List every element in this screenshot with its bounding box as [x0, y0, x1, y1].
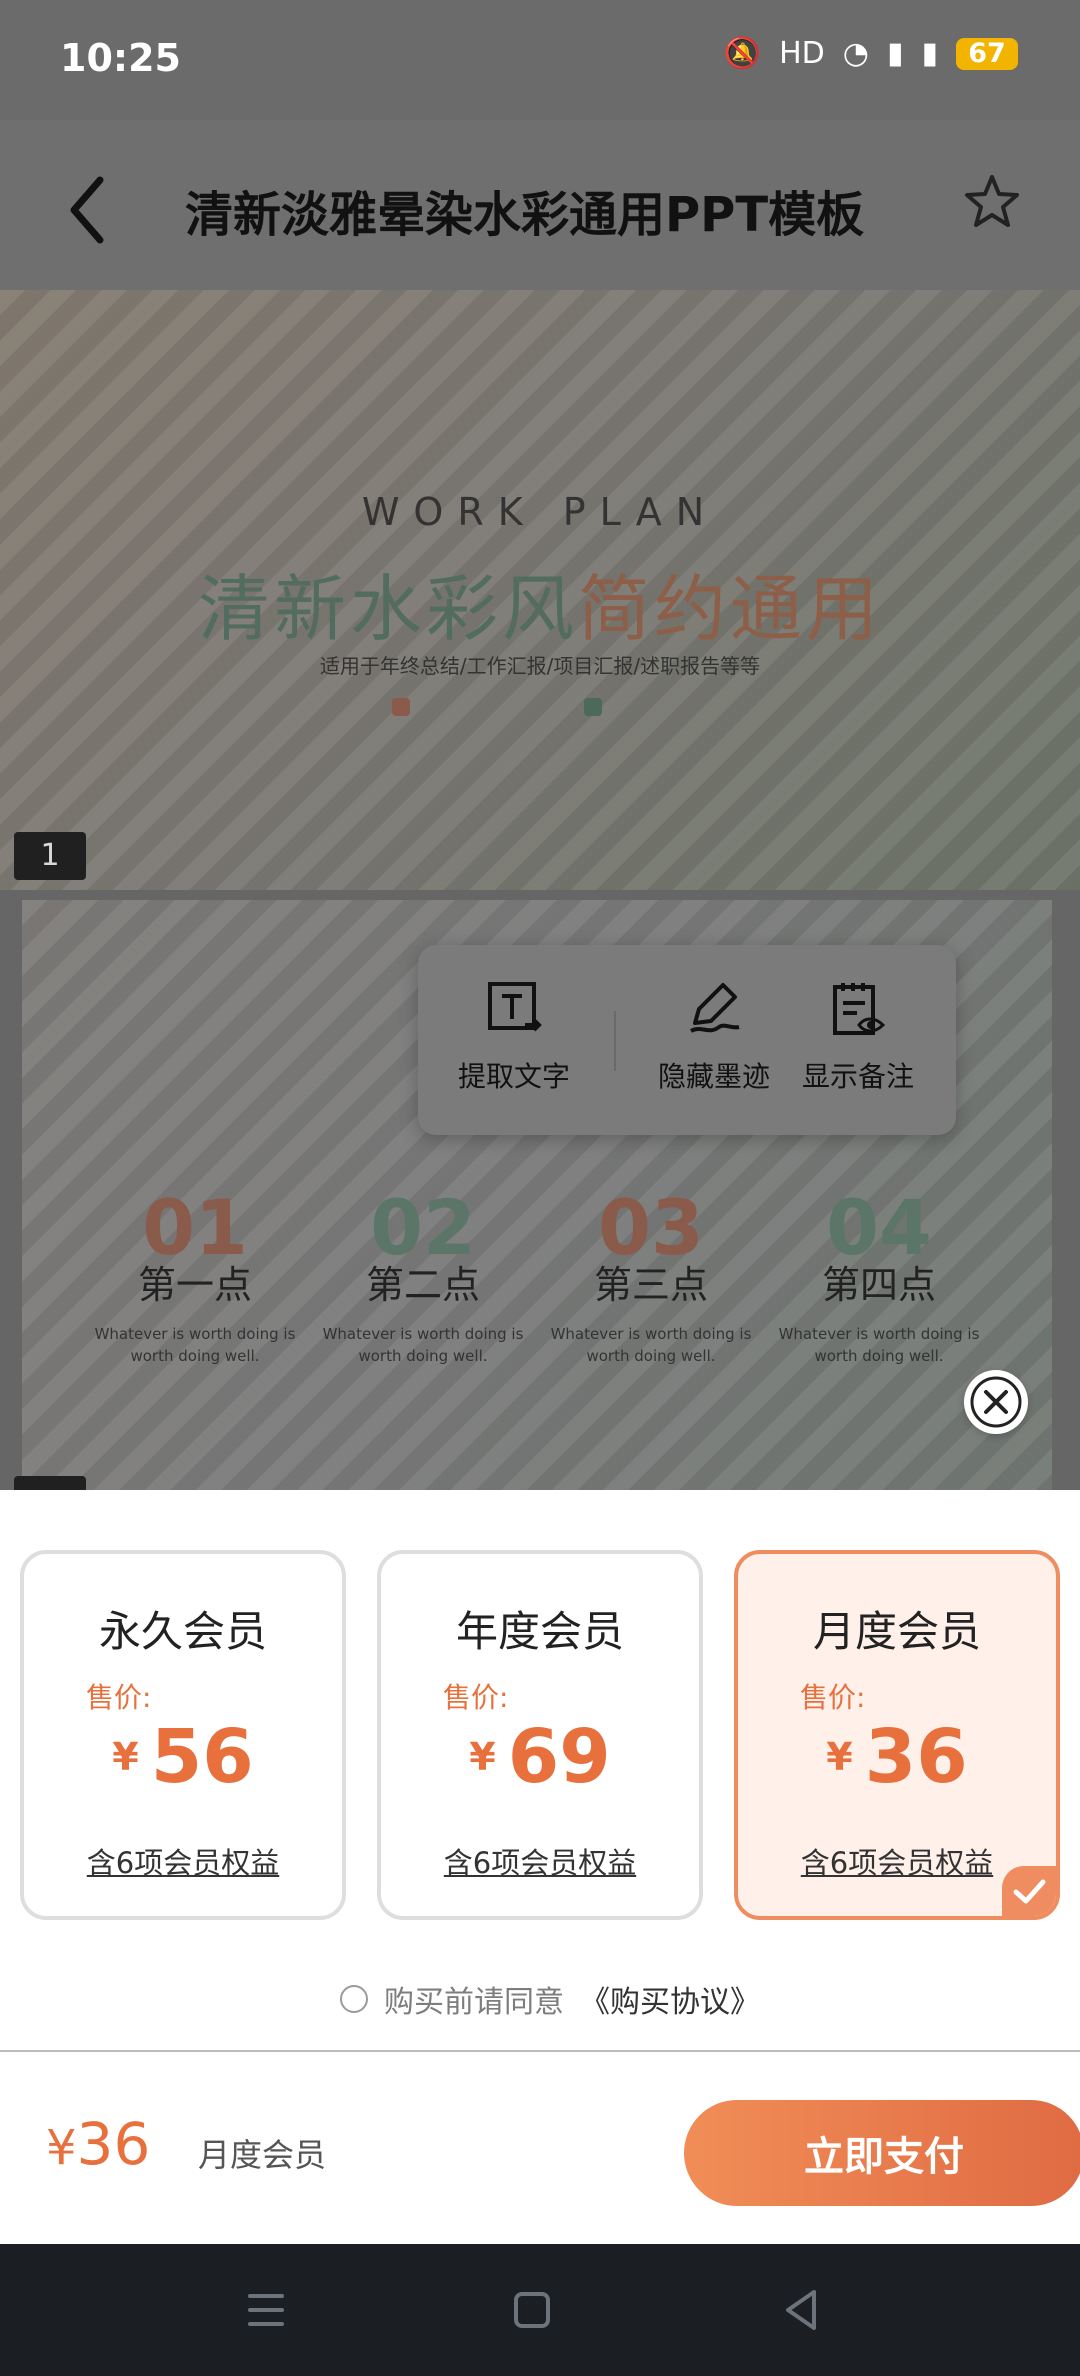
hd-icon: HD [779, 36, 825, 71]
pay-bar: ¥36 月度会员 立即支付 [0, 2052, 1080, 2244]
point-1: 01 第一点 Whatever is worth doing is worth … [90, 1190, 300, 1367]
slide-heading-accent: 简约通用 [578, 567, 883, 651]
price-amount: 36 [864, 1714, 968, 1800]
plan-price: ¥36 [738, 1714, 1056, 1800]
agreement-link[interactable]: 《购买协议》 [580, 1977, 760, 2021]
plan-price-label: 售价: [443, 1681, 509, 1714]
home-button[interactable] [500, 2282, 564, 2338]
point-description: Whatever is worth doing is worth doing w… [778, 1325, 980, 1365]
point-description: Whatever is worth doing is worth doing w… [550, 1325, 752, 1365]
point-3: 03 第三点 Whatever is worth doing is worth … [546, 1190, 756, 1367]
currency-symbol: ¥ [469, 1735, 496, 1779]
slide-subtitle: 适用于年终总结/工作汇报/项目汇报/述职报告等等 [319, 654, 761, 678]
wifi-icon: ◔ [842, 36, 869, 71]
plan-title: 永久会员 [98, 1607, 267, 1656]
tool-label-show-notes: 显示备注 [801, 1060, 914, 1093]
star-icon[interactable] [962, 172, 1022, 232]
total-amount: 36 [76, 2110, 151, 2178]
slide-heading: 清新水彩风简约通用 [0, 550, 1080, 655]
selected-check-badge [1002, 1866, 1056, 1916]
slide-number: 1 [14, 832, 86, 880]
plan-card-monthly[interactable]: 月度会员 售价: ¥36 含6项会员权益 [734, 1550, 1060, 1920]
back-button[interactable] [56, 170, 120, 250]
point-description: Whatever is worth doing is worth doing w… [94, 1325, 296, 1365]
agreement-checkbox[interactable] [340, 1985, 368, 2013]
page-title: 清新淡雅晕染水彩通用PPT模板 [185, 187, 865, 243]
menu-icon [248, 2294, 284, 2326]
extract-text-button[interactable]: 提取文字 [444, 979, 584, 1095]
plan-price-label: 售价: [86, 1681, 152, 1714]
tool-label-extract-text: 提取文字 [457, 1060, 570, 1093]
pay-now-button[interactable]: 立即支付 [684, 2100, 1080, 2206]
close-icon [970, 1376, 1022, 1428]
signal-5g-icon: ▮ [886, 36, 904, 71]
tool-panel: 提取文字 隐藏墨迹 显示备注 [418, 945, 956, 1135]
tool-label-hide-ink: 隐藏墨迹 [657, 1060, 770, 1093]
home-icon [514, 2292, 550, 2328]
total-currency: ¥ [46, 2120, 77, 2176]
pen-ink-icon [689, 983, 740, 1033]
header: 清新淡雅晕染水彩通用PPT模板 [0, 120, 1080, 290]
point-description: Whatever is worth doing is worth doing w… [322, 1325, 524, 1365]
currency-symbol: ¥ [112, 1735, 139, 1779]
plan-card-permanent[interactable]: 永久会员 售价: ¥56 含6项会员权益 [20, 1550, 346, 1920]
plan-price-label: 售价: [800, 1681, 866, 1714]
battery-icon: 67 [956, 37, 1018, 70]
slide-2-points: 01 第一点 Whatever is worth doing is worth … [90, 1190, 990, 1430]
bell-off-icon: 🔕 [723, 36, 762, 71]
slide-dot-red [392, 698, 410, 716]
plan-price: ¥56 [24, 1714, 342, 1800]
plan-cards: 永久会员 售价: ¥56 含6项会员权益 年度会员 售价: ¥69 含6项会员权… [20, 1550, 1060, 1920]
plan-card-annual[interactable]: 年度会员 售价: ¥69 含6项会员权益 [377, 1550, 703, 1920]
plan-title: 月度会员 [812, 1607, 981, 1656]
selected-plan-name: 月度会员 [198, 2136, 327, 2174]
status-icons: 🔕 HD ◔ ▮ ▮ 67 [724, 36, 1018, 71]
back-triangle-icon [786, 2290, 816, 2330]
price-amount: 56 [150, 1714, 254, 1800]
agreement-prefix: 购买前请同意 [384, 1985, 564, 2020]
tool-divider [614, 1011, 616, 1071]
menu-button[interactable] [234, 2282, 298, 2338]
currency-symbol: ¥ [826, 1735, 853, 1779]
point-2: 02 第二点 Whatever is worth doing is worth … [318, 1190, 528, 1367]
membership-bottom-sheet: 永久会员 售价: ¥56 含6项会员权益 年度会员 售价: ¥69 含6项会员权… [0, 1490, 1080, 2244]
total-price: ¥36 [46, 2110, 150, 2178]
point-4: 04 第四点 Whatever is worth doing is worth … [774, 1190, 984, 1367]
price-amount: 69 [507, 1714, 611, 1800]
check-icon [1013, 1879, 1046, 1904]
slide-dot-green [584, 698, 602, 716]
text-extract-icon [488, 982, 542, 1032]
system-navigation-bar [0, 2244, 1080, 2376]
point-title: 第二点 [365, 1263, 480, 1307]
show-notes-button[interactable]: 显示备注 [788, 979, 928, 1095]
notes-eye-icon [833, 983, 886, 1035]
hide-ink-button[interactable]: 隐藏墨迹 [644, 979, 784, 1095]
close-button[interactable] [964, 1370, 1028, 1434]
purchase-agreement: 购买前请同意 《购买协议》 [340, 1977, 760, 2021]
plan-benefit-link[interactable]: 含6项会员权益 [24, 1840, 342, 1882]
point-title: 第三点 [593, 1263, 708, 1307]
slide-1[interactable]: WORK PLAN 清新水彩风简约通用 适用于年终总结/工作汇报/项目汇报/述职… [0, 290, 1080, 890]
plan-benefit-link[interactable]: 含6项会员权益 [381, 1840, 699, 1882]
plan-title: 年度会员 [455, 1607, 624, 1656]
slide-kicker: WORK PLAN [361, 490, 719, 534]
status-bar: 10:25 🔕 HD ◔ ▮ ▮ 67 [0, 0, 1080, 120]
slide-heading-main: 清新水彩风 [197, 567, 578, 651]
back-navigation-button[interactable] [770, 2282, 834, 2338]
point-title: 第一点 [137, 1263, 252, 1307]
back-icon [70, 176, 104, 244]
plan-price: ¥69 [381, 1714, 699, 1800]
point-title: 第四点 [821, 1263, 936, 1307]
signal-5g-icon: ▮ [921, 36, 938, 71]
status-time: 10:25 [60, 36, 181, 80]
